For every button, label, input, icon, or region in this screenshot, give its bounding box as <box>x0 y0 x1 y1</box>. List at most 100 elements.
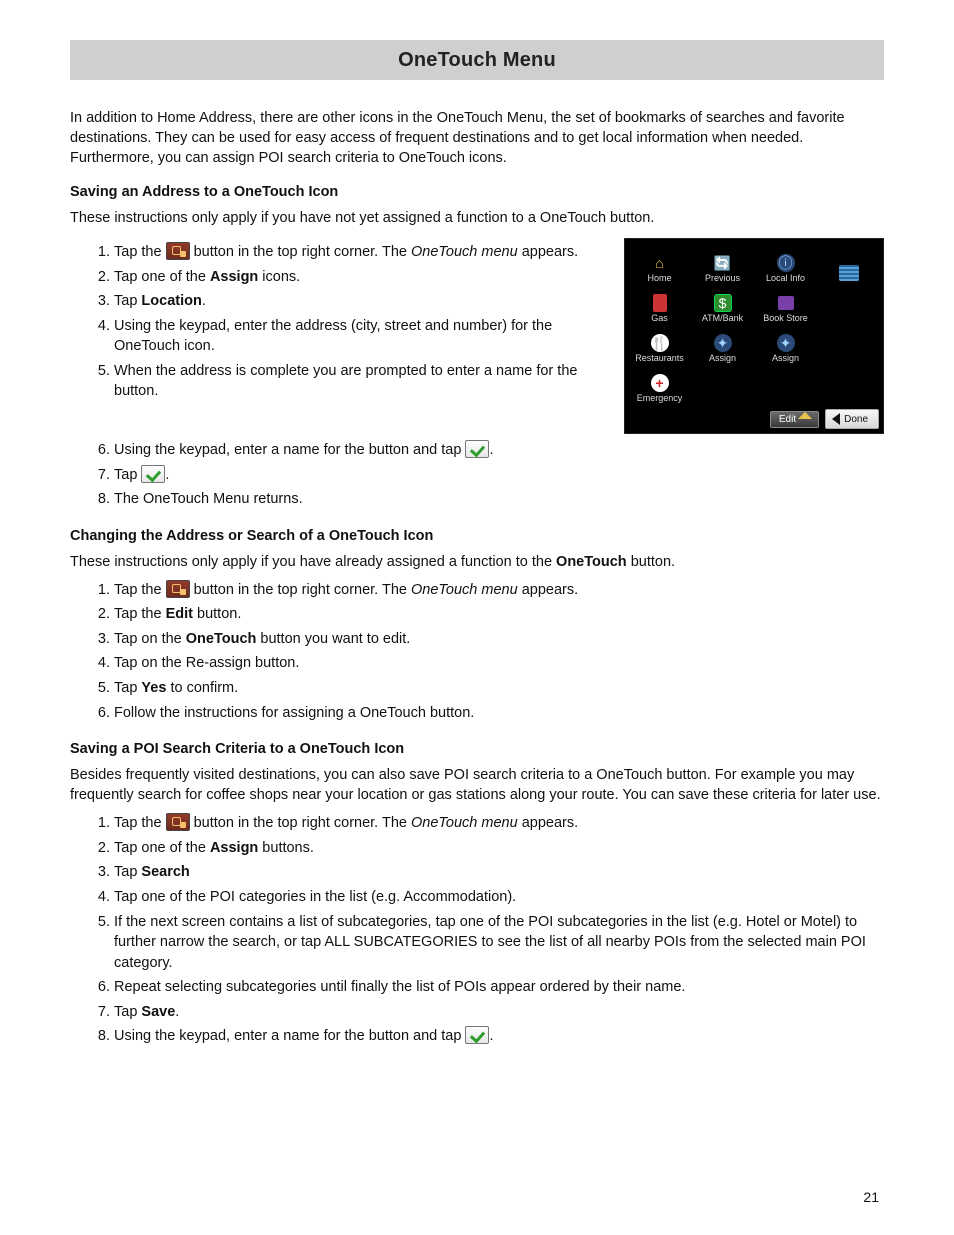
step-text: icons. <box>258 269 300 285</box>
device-cell-previous[interactable]: 🔄Previous <box>692 245 753 283</box>
step-text: appears. <box>518 815 578 831</box>
section2-steps: Tap the button in the top right corner. … <box>70 580 884 723</box>
section1-body: Tap the button in the top right corner. … <box>70 236 884 434</box>
list-item: Tap Save. <box>114 1002 884 1023</box>
lead-text: These instructions only apply if you hav… <box>70 554 556 570</box>
section3-heading: Saving a POI Search Criteria to a OneTou… <box>70 739 884 759</box>
device-cell-home[interactable]: ⌂Home <box>629 245 690 283</box>
list-item: Using the keypad, enter a name for the b… <box>114 1026 884 1047</box>
section1-steps: Tap the button in the top right corner. … <box>70 242 608 402</box>
onetouch-menu-screenshot: ⌂Home🔄PreviousⓘLocal Info Gas $ATM/Bank Boo… <box>624 238 884 434</box>
intro-paragraph: In addition to Home Address, there are o… <box>70 108 884 168</box>
device-cell-empty-14 <box>755 365 816 403</box>
step-text: button in the top right corner. The <box>190 244 411 260</box>
edit-button[interactable]: Edit <box>770 411 819 428</box>
list-item: Follow the instructions for assigning a … <box>114 703 884 724</box>
step-text: . <box>165 467 169 483</box>
step-text-bold: Location <box>141 293 201 309</box>
list-item: Tap the Edit button. <box>114 604 884 625</box>
device-cell-restaurants[interactable]: 🍴Restaurants <box>629 325 690 363</box>
step-text-bold: Yes <box>141 680 166 696</box>
device-cell-label: Gas <box>651 313 668 323</box>
device-cell-label: Home <box>647 273 671 283</box>
step-text: Using the keypad, enter a name for the b… <box>114 1028 465 1044</box>
step-text: button you want to edit. <box>256 631 410 647</box>
list-item: Using the keypad, enter the address (cit… <box>114 316 608 357</box>
device-cell-assign[interactable]: ✦Assign <box>692 325 753 363</box>
step-text: Tap <box>114 680 141 696</box>
section2-lead: These instructions only apply if you hav… <box>70 552 884 572</box>
list-item: Tap on the OneTouch button you want to e… <box>114 629 884 650</box>
step-text: Tap the <box>114 606 166 622</box>
section1-lead: These instructions only apply if you hav… <box>70 208 884 228</box>
step-text-bold: Assign <box>210 269 258 285</box>
device-cell-empty-13 <box>692 365 753 403</box>
device-cell-label: Local Info <box>766 273 805 283</box>
step-text: Tap <box>114 467 141 483</box>
list-item: Tap . <box>114 465 884 486</box>
device-cell-emergency[interactable]: +Emergency <box>629 365 690 403</box>
section3-lead: Besides frequently visited destinations,… <box>70 765 884 805</box>
device-cell-book-store[interactable]: Book Store <box>755 285 816 323</box>
pencil-icon <box>798 412 812 426</box>
list-item: Tap the button in the top right corner. … <box>114 242 608 263</box>
page-title: OneTouch Menu <box>398 49 556 72</box>
list-item: Tap Location. <box>114 291 608 312</box>
section2-heading: Changing the Address or Search of a OneT… <box>70 526 884 546</box>
confirm-check-icon <box>141 465 165 483</box>
list-item: When the address is complete you are pro… <box>114 361 608 402</box>
device-frame: ⌂Home🔄PreviousⓘLocal Info Gas $ATM/Bank Boo… <box>624 238 884 434</box>
step-text: Tap <box>114 864 141 880</box>
step-text: button in the top right corner. The <box>190 815 411 831</box>
step-text: button in the top right corner. The <box>190 582 411 598</box>
device-cell-assign[interactable]: ✦Assign <box>755 325 816 363</box>
step-text: Tap the <box>114 815 166 831</box>
device-cell-atm-bank[interactable]: $ATM/Bank <box>692 285 753 323</box>
list-item: Tap the button in the top right corner. … <box>114 580 884 601</box>
done-button[interactable]: Done <box>825 409 879 429</box>
step-text: appears. <box>518 244 578 260</box>
list-item: Tap on the Re-assign button. <box>114 653 884 674</box>
device-cell-empty-15 <box>818 365 879 403</box>
section1-heading: Saving an Address to a OneTouch Icon <box>70 182 884 202</box>
device-cell-label: Previous <box>705 273 740 283</box>
step-text: . <box>489 1028 493 1044</box>
step-text-bold: Edit <box>166 606 193 622</box>
step-text: Tap the <box>114 582 166 598</box>
onetouch-button-icon <box>166 242 190 260</box>
step-text: Tap <box>114 293 141 309</box>
step-text-bold: Save <box>141 1004 175 1020</box>
step-text-bold: Search <box>141 864 189 880</box>
step-text: Tap the <box>114 244 166 260</box>
list-item: The OneTouch Menu returns. <box>114 489 884 510</box>
device-cell-local-info[interactable]: ⓘLocal Info <box>755 245 816 283</box>
page-number: 21 <box>863 1189 879 1205</box>
step-text-bold: Assign <box>210 840 258 856</box>
section1-steps-wrap: Tap the button in the top right corner. … <box>70 236 608 418</box>
step-text: Using the keypad, enter a name for the b… <box>114 442 465 458</box>
device-footer: Edit Done <box>625 405 883 433</box>
step-text: Tap one of the <box>114 840 210 856</box>
list-item: Tap one of the Assign buttons. <box>114 838 884 859</box>
confirm-check-icon <box>465 1026 489 1044</box>
list-item: Tap Yes to confirm. <box>114 678 884 699</box>
edit-label: Edit <box>779 414 796 425</box>
device-cell-label: ATM/Bank <box>702 313 743 323</box>
device-cell-label: Book Store <box>763 313 808 323</box>
step-text-bold: OneTouch <box>186 631 257 647</box>
page-21: OneTouch Menu In addition to Home Addres… <box>0 0 954 1235</box>
list-item: Using the keypad, enter a name for the b… <box>114 440 884 461</box>
onetouch-button-icon <box>166 813 190 831</box>
device-cell-empty-7 <box>818 285 879 323</box>
step-text: to confirm. <box>166 680 238 696</box>
list-item: Tap one of the Assign icons. <box>114 267 608 288</box>
list-item: Tap one of the POI categories in the lis… <box>114 887 884 908</box>
step-text: . <box>175 1004 179 1020</box>
device-cell-gas[interactable]: Gas <box>629 285 690 323</box>
list-item: If the next screen contains a list of su… <box>114 912 884 974</box>
step-text: buttons. <box>258 840 314 856</box>
device-cell-label: Assign <box>772 353 799 363</box>
step-text-italic: OneTouch menu <box>411 815 518 831</box>
step-text: . <box>202 293 206 309</box>
list-item: Tap the button in the top right corner. … <box>114 813 884 834</box>
